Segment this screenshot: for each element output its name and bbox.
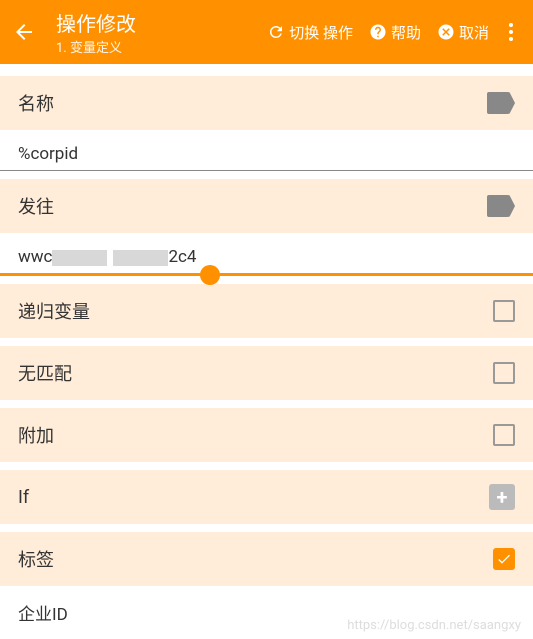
nomatch-checkbox[interactable]: [493, 362, 515, 384]
section-tag-label: 标签: [18, 546, 54, 572]
redacted-segment: [52, 250, 107, 266]
cancel-button[interactable]: 取消: [433, 18, 493, 47]
to-input[interactable]: wwc2c4: [0, 233, 533, 276]
cancel-label: 取消: [459, 22, 489, 43]
tag-icon[interactable]: [487, 195, 515, 217]
recursive-checkbox[interactable]: [493, 300, 515, 322]
page-title: 操作修改: [56, 8, 263, 37]
append-checkbox[interactable]: [493, 424, 515, 446]
overflow-menu[interactable]: [501, 19, 521, 45]
help-button[interactable]: 帮助: [365, 18, 425, 47]
section-nomatch-label: 无匹配: [18, 360, 72, 386]
title-block: 操作修改 1. 变量定义: [56, 8, 263, 56]
section-name-label: 名称: [18, 90, 54, 116]
add-if-button[interactable]: +: [489, 484, 515, 510]
section-tag[interactable]: 标签: [0, 532, 533, 586]
section-name[interactable]: 名称: [0, 76, 533, 130]
to-value: wwc2c4: [18, 247, 196, 267]
section-append-label: 附加: [18, 422, 54, 448]
app-header: 操作修改 1. 变量定义 切换 操作 帮助 取消: [0, 0, 533, 64]
section-nomatch[interactable]: 无匹配: [0, 346, 533, 400]
redacted-segment: [113, 250, 168, 266]
watermark: https://blog.csdn.net/saangxy: [347, 618, 521, 633]
page-subtitle: 1. 变量定义: [56, 37, 263, 56]
tag-checkbox[interactable]: [493, 548, 515, 570]
section-if-label: If: [18, 487, 29, 508]
section-to-label: 发往: [18, 193, 54, 219]
switch-action-label: 切换 操作: [289, 22, 353, 43]
section-append[interactable]: 附加: [0, 408, 533, 462]
name-input[interactable]: %corpid: [0, 130, 533, 171]
header-actions: 切换 操作 帮助 取消: [263, 18, 521, 47]
switch-action-button[interactable]: 切换 操作: [263, 18, 357, 47]
back-button[interactable]: [12, 20, 36, 44]
tag-icon[interactable]: [487, 92, 515, 114]
section-if[interactable]: If +: [0, 470, 533, 524]
name-value: %corpid: [18, 144, 78, 164]
help-label: 帮助: [391, 22, 421, 43]
section-recursive[interactable]: 递归变量: [0, 284, 533, 338]
section-recursive-label: 递归变量: [18, 298, 90, 324]
section-to[interactable]: 发往: [0, 179, 533, 233]
slider-handle[interactable]: [200, 265, 220, 285]
